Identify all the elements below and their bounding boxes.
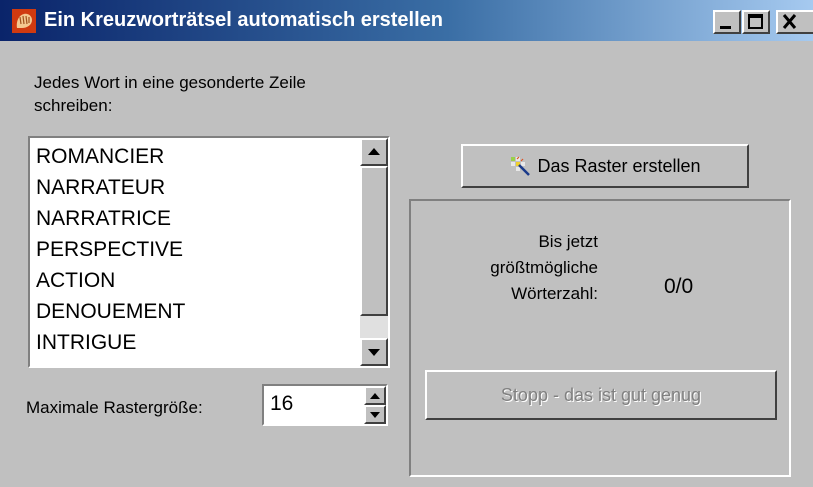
list-item[interactable]: ACTION — [30, 265, 185, 296]
grid-size-spinner[interactable]: 16 — [262, 384, 388, 426]
scroll-down-button[interactable] — [360, 338, 388, 366]
create-grid-button[interactable]: Das Raster erstellen — [461, 144, 749, 188]
minimize-button[interactable] — [713, 10, 741, 34]
word-list[interactable]: ROMANCIER NARRATEUR NARRATRICE PERSPECTIVE A… — [28, 136, 390, 368]
spinner-down-button[interactable] — [364, 405, 386, 424]
close-button[interactable] — [776, 10, 813, 34]
arrow-down-icon — [370, 412, 380, 418]
list-item[interactable]: DENOUEMENT — [30, 296, 185, 327]
title-bar: Ein Kreuzworträtsel automatisch erstelle… — [0, 0, 813, 41]
list-item[interactable]: INTRIGUE — [30, 327, 185, 358]
list-item[interactable]: ROMANCIER — [30, 141, 185, 172]
window-title: Ein Kreuzworträtsel automatisch erstelle… — [44, 9, 444, 31]
status-label-line1: Bis jetzt — [538, 232, 598, 251]
word-list-items: ROMANCIER NARRATEUR NARRATRICE PERSPECTIVE A… — [30, 141, 185, 358]
scroll-up-button[interactable] — [360, 138, 388, 166]
word-list-scrollbar[interactable] — [360, 138, 388, 366]
maximize-button[interactable] — [742, 10, 770, 34]
minimize-icon — [720, 26, 731, 29]
word-count-value: 0/0 — [664, 275, 694, 298]
list-item[interactable]: NARRATEUR — [30, 172, 185, 203]
instructions-line2: schreiben: — [34, 96, 113, 115]
scroll-thumb[interactable] — [360, 166, 388, 316]
create-grid-button-label: Das Raster erstellen — [537, 155, 701, 176]
spinner-up-button[interactable] — [364, 386, 386, 405]
list-item[interactable]: NARRATRICE — [30, 203, 185, 234]
list-item[interactable]: PERSPECTIVE — [30, 234, 185, 265]
instructions-line1: Jedes Wort in eine gesonderte Zeile — [34, 73, 306, 92]
maximize-icon — [748, 14, 763, 29]
stop-button-label: Stopp - das ist gut genug — [500, 384, 702, 405]
grid-size-label: Maximale Rastergröße: — [26, 398, 203, 417]
close-icon — [782, 14, 797, 29]
app-icon — [12, 8, 36, 33]
status-label-line3: Wörterzahl: — [511, 284, 598, 303]
grid-size-value[interactable]: 16 — [270, 392, 293, 416]
status-label-line2: größtmögliche — [490, 258, 598, 277]
magic-wand-icon — [511, 156, 531, 176]
arrow-down-icon — [368, 349, 380, 356]
arrow-up-icon — [370, 393, 380, 399]
stop-button[interactable]: Stopp - das ist gut genug — [425, 370, 777, 420]
arrow-up-icon — [368, 148, 380, 155]
